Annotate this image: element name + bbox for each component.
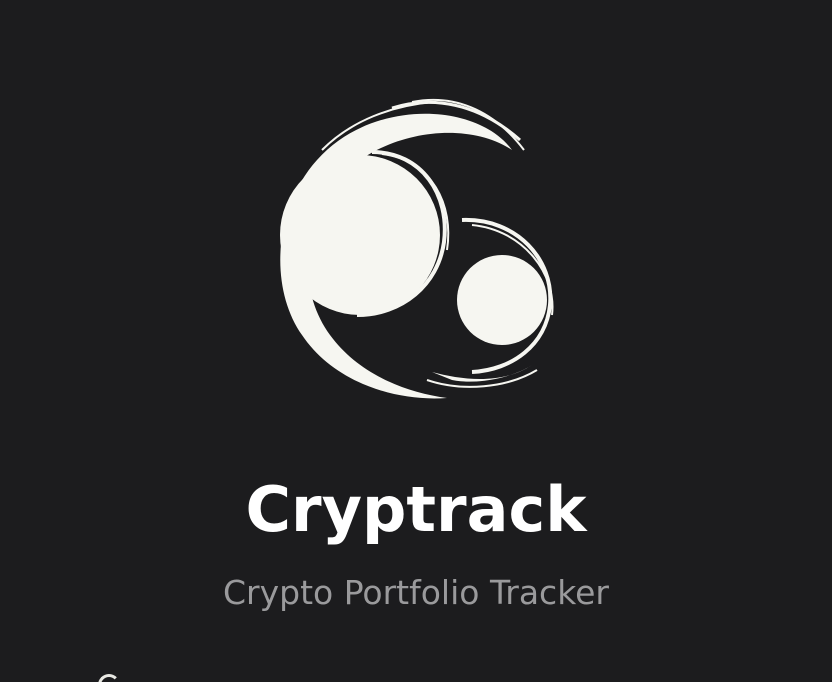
splash-screen: Cryptrack Crypto Portfolio Tracker — [0, 0, 832, 682]
brush-circles-logo-icon — [262, 80, 562, 420]
app-tagline: Crypto Portfolio Tracker — [223, 573, 609, 612]
app-title: Cryptrack — [245, 473, 587, 546]
loading-spinner-icon — [98, 674, 120, 682]
